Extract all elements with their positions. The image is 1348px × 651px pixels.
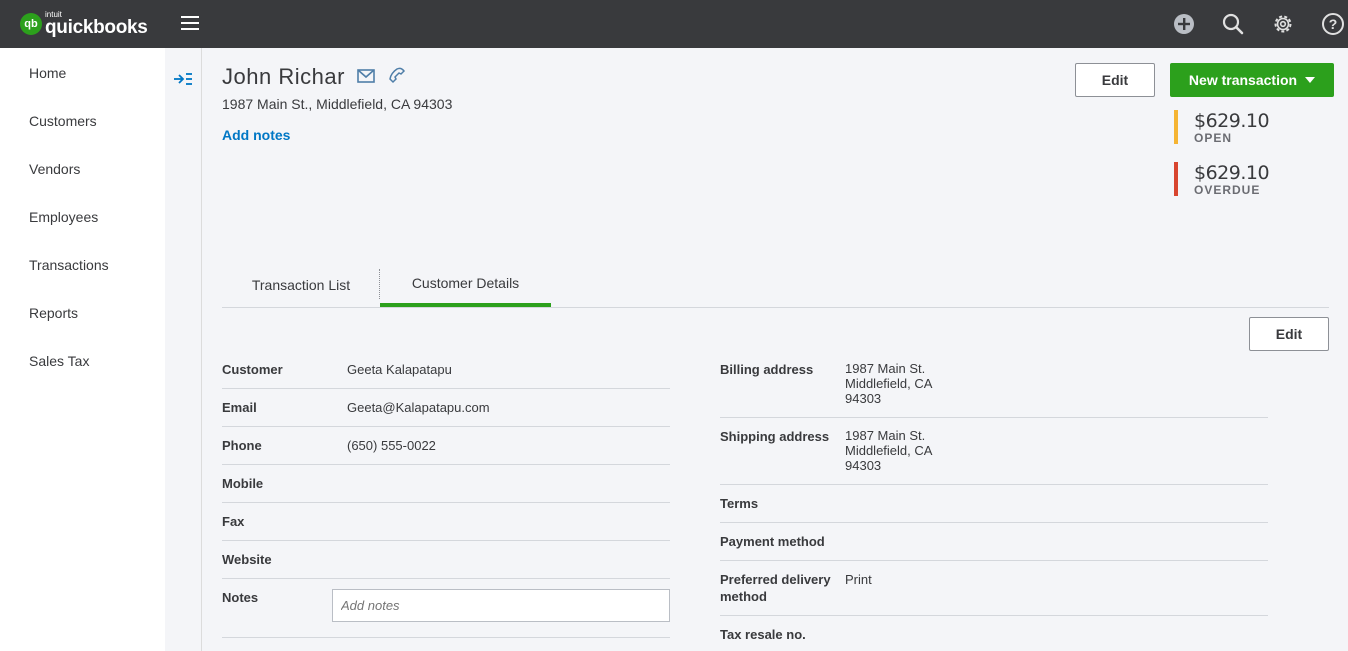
tab-customer-details[interactable]: Customer Details <box>380 262 551 307</box>
detail-label: Tax resale no. <box>720 627 806 642</box>
sidebar-item-sales-tax[interactable]: Sales Tax <box>29 353 89 369</box>
open-label: OPEN <box>1194 131 1233 145</box>
logo-name: quickbooks <box>45 17 148 38</box>
detail-value: Print <box>845 572 872 587</box>
top-bar: qb intuit quickbooks ? <box>0 0 1348 48</box>
tab-bar: Transaction List Customer Details <box>222 262 1329 308</box>
detail-label: Customer <box>222 362 283 377</box>
overdue-amount-block: $629.10 OVERDUE <box>1174 162 1294 197</box>
hamburger-menu-icon[interactable] <box>181 16 199 31</box>
detail-label: Phone <box>222 438 262 453</box>
detail-value: Geeta Kalapatapu <box>347 362 452 377</box>
edit-details-button[interactable]: Edit <box>1249 317 1329 351</box>
expand-list-icon[interactable] <box>173 70 193 93</box>
logo-mark: qb <box>20 13 42 35</box>
envelope-icon[interactable] <box>357 69 375 88</box>
sidebar-item-employees[interactable]: Employees <box>29 209 98 225</box>
notes-input[interactable] <box>332 589 670 622</box>
overdue-label: OVERDUE <box>1194 183 1261 197</box>
detail-label: Terms <box>720 496 759 511</box>
detail-label: Shipping address <box>720 429 830 444</box>
address-line: 1987 Main St. <box>845 361 926 376</box>
tab-transaction-list[interactable]: Transaction List <box>222 262 380 307</box>
detail-label: Notes <box>222 590 259 605</box>
label-line: Preferred delivery <box>720 572 831 587</box>
edit-customer-button[interactable]: Edit <box>1075 63 1155 97</box>
detail-row-shipping-address: Shipping address 1987 Main St. Middlefie… <box>720 428 1268 485</box>
billing-address-value: 1987 Main St. Middlefield, CA 94303 <box>845 361 932 406</box>
gear-icon[interactable] <box>1271 12 1295 36</box>
create-plus-icon[interactable] <box>1172 12 1196 36</box>
detail-value: (650) 555-0022 <box>347 438 436 453</box>
detail-row-website: Website <box>222 551 670 579</box>
detail-row-payment-method: Payment method <box>720 533 1268 561</box>
caret-down-icon <box>1305 77 1316 83</box>
customer-address: 1987 Main St., Middlefield, CA 94303 <box>222 96 453 112</box>
detail-row-terms: Terms <box>720 495 1268 523</box>
detail-row-email: Email Geeta@Kalapatapu.com <box>222 399 670 427</box>
open-amount: $629.10 <box>1194 110 1270 132</box>
sidebar-item-customers[interactable]: Customers <box>29 113 97 129</box>
detail-row-mobile: Mobile <box>222 475 670 503</box>
detail-label: Website <box>222 552 272 567</box>
overdue-amount: $629.10 <box>1194 162 1270 184</box>
new-transaction-button[interactable]: New transaction <box>1170 63 1334 97</box>
detail-label: Fax <box>222 514 245 529</box>
sidebar-nav: Home Customers Vendors Employees Transac… <box>0 48 165 651</box>
label-line: method <box>720 589 767 604</box>
logo-wordmark: intuit quickbooks <box>45 11 148 38</box>
address-line: Middlefield, CA <box>845 443 933 458</box>
svg-text:?: ? <box>1329 16 1338 32</box>
sidebar-item-reports[interactable]: Reports <box>29 305 78 321</box>
add-notes-link[interactable]: Add notes <box>222 127 290 143</box>
new-transaction-label: New transaction <box>1188 72 1298 88</box>
detail-row-preferred-delivery: Preferred delivery method Print <box>720 571 1268 616</box>
phone-icon[interactable] <box>389 67 407 90</box>
open-amount-block: $629.10 OPEN <box>1174 110 1294 145</box>
search-icon[interactable] <box>1221 12 1245 36</box>
address-line: 94303 <box>845 391 882 406</box>
detail-row-fax: Fax <box>222 513 670 541</box>
email-link[interactable]: Geeta@Kalapatapu.com <box>347 400 490 415</box>
detail-label: Email <box>222 400 257 415</box>
detail-row-billing-address: Billing address 1987 Main St. Middlefiel… <box>720 361 1268 418</box>
open-indicator-bar <box>1174 110 1178 144</box>
detail-row-phone: Phone (650) 555-0022 <box>222 437 670 465</box>
detail-row-customer: Customer Geeta Kalapatapu <box>222 361 670 389</box>
detail-label: Billing address <box>720 362 814 377</box>
customer-name: John Richar <box>222 64 345 89</box>
shipping-address-value: 1987 Main St. Middlefield, CA 94303 <box>845 428 932 473</box>
detail-label: Payment method <box>720 534 825 549</box>
detail-row-notes: Notes <box>222 589 670 638</box>
quickbooks-logo[interactable]: qb intuit quickbooks <box>20 11 148 37</box>
detail-label: Preferred delivery method <box>720 571 831 605</box>
help-icon[interactable]: ? <box>1321 12 1345 36</box>
address-line: Middlefield, CA <box>845 376 933 391</box>
sidebar-item-vendors[interactable]: Vendors <box>29 161 80 177</box>
sidebar-item-transactions[interactable]: Transactions <box>29 257 109 273</box>
overdue-indicator-bar <box>1174 162 1178 196</box>
sidebar-item-home[interactable]: Home <box>29 65 66 81</box>
collapse-strip <box>165 48 202 651</box>
address-line: 94303 <box>845 458 882 473</box>
address-line: 1987 Main St. <box>845 428 926 443</box>
detail-label: Mobile <box>222 476 264 491</box>
detail-row-tax-resale: Tax resale no. <box>720 626 1268 651</box>
